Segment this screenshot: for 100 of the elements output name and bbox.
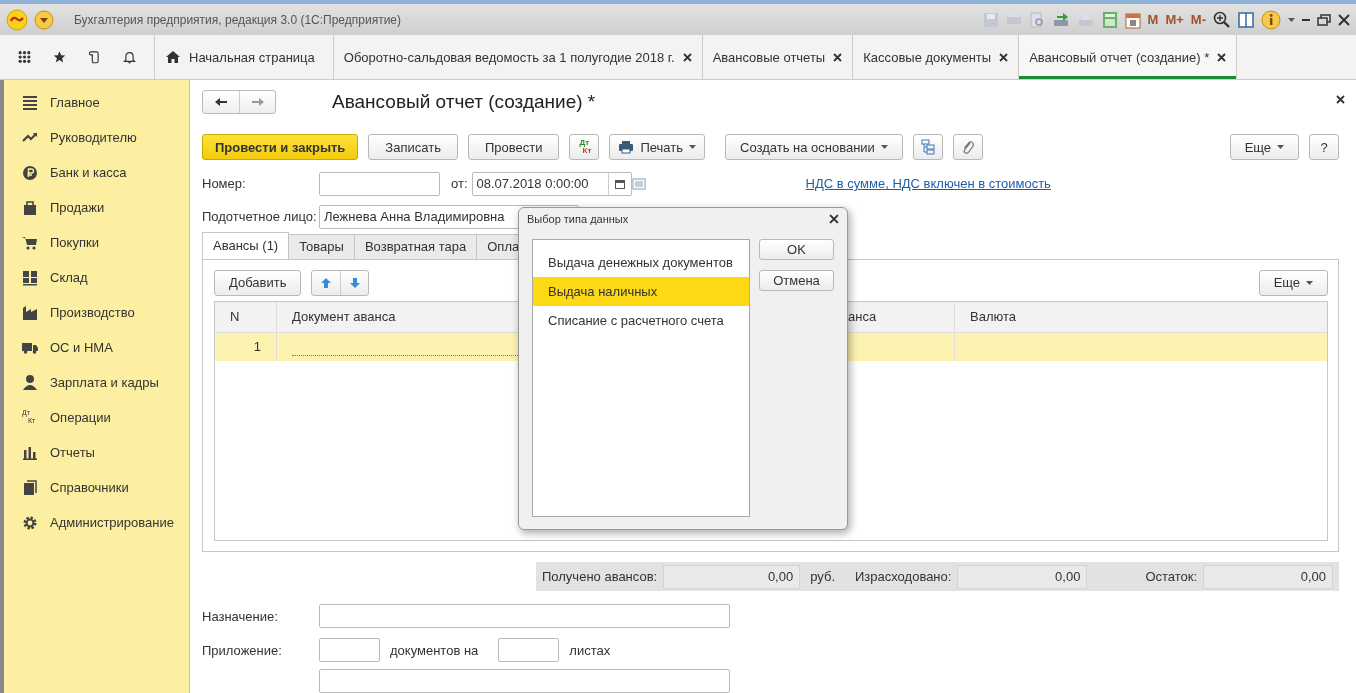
apps-grid-icon xyxy=(18,48,31,66)
export-icon xyxy=(1051,11,1070,28)
more-button[interactable]: Еще xyxy=(1229,134,1300,161)
memory-button[interactable]: M xyxy=(1147,12,1159,27)
sidebar-item[interactable]: Продажи xyxy=(4,190,189,225)
close-icon[interactable] xyxy=(682,52,692,62)
sidebar-item[interactable]: Справочники xyxy=(4,470,189,505)
arrow-right-icon xyxy=(250,97,265,107)
sidebar-item[interactable]: Администрирование xyxy=(4,505,189,540)
total-value: 0,00 xyxy=(957,564,1088,589)
close-icon xyxy=(1338,13,1350,26)
field-label: Подотчетное лицо: xyxy=(202,209,318,225)
arrow-down-icon xyxy=(348,276,361,289)
list-item[interactable]: Списание с расчетного счета xyxy=(533,306,749,335)
open-tab[interactable]: Авансовые отчеты xyxy=(702,35,854,79)
caret-icon xyxy=(689,145,696,150)
field-label: Приложение: xyxy=(202,642,283,658)
sidebar-item[interactable]: Банк и касса xyxy=(4,155,189,190)
structure-button[interactable] xyxy=(912,134,943,161)
list-item[interactable]: Выдача денежных документов xyxy=(533,248,749,277)
close-icon[interactable] xyxy=(829,214,839,224)
caret-icon xyxy=(880,145,888,150)
form-tab[interactable]: Авансы (1) xyxy=(202,231,290,259)
field-label: Назначение: xyxy=(202,608,279,624)
sheets-count-field[interactable] xyxy=(498,638,560,662)
input-field[interactable] xyxy=(319,669,730,693)
list-icon xyxy=(22,93,38,112)
warehouse-icon xyxy=(22,268,38,287)
purpose-field[interactable] xyxy=(319,604,730,628)
list-item[interactable]: Выдача наличных xyxy=(533,277,749,306)
ok-button[interactable]: OK xyxy=(759,239,834,260)
column-header: N xyxy=(215,301,277,332)
sidebar-item[interactable]: ОС и НМА xyxy=(4,330,189,365)
paperclip-icon xyxy=(961,139,974,156)
person-icon xyxy=(22,373,38,392)
printer-icon xyxy=(618,140,635,155)
sidebar-item[interactable]: Склад xyxy=(4,260,189,295)
sidebar-item[interactable]: Покупки xyxy=(4,225,189,260)
shopping-bag-icon xyxy=(22,198,38,217)
caret-icon xyxy=(1288,17,1295,22)
open-tab[interactable]: Оборотно-сальдовая ведомость за 1 полугодие 2018 г. xyxy=(333,35,703,79)
print-button[interactable]: Печать xyxy=(609,134,705,161)
sidebar-item[interactable]: Руководителю xyxy=(4,120,189,155)
sidebar-item[interactable]: Производство xyxy=(4,295,189,330)
create-based-on-button[interactable]: Создать на основании xyxy=(725,134,903,161)
date-field[interactable]: 08.07.2018 0:00:00 xyxy=(471,171,632,196)
field-label: листах xyxy=(569,642,611,658)
post-and-close-button[interactable]: Провести и закрыть xyxy=(202,134,359,161)
more-button[interactable]: Еще xyxy=(1258,269,1329,296)
memory-button[interactable]: M+ xyxy=(1165,12,1184,27)
column-header: Валюта xyxy=(969,308,1017,327)
open-tab[interactable]: Начальная страница xyxy=(155,35,334,79)
home-icon xyxy=(165,50,181,64)
field-label: документов на xyxy=(390,642,479,658)
number-field[interactable] xyxy=(319,171,440,196)
command-button[interactable]: Провести xyxy=(467,134,560,161)
field-label: от: xyxy=(451,176,468,192)
total-value: 0,00 xyxy=(663,564,801,589)
form-tab[interactable]: Товары xyxy=(288,233,355,259)
memory-button[interactable]: M- xyxy=(1190,12,1206,27)
open-tab[interactable]: Авансовый отчет (создание) * xyxy=(1019,35,1238,79)
help-button[interactable]: ? xyxy=(1309,134,1340,161)
comment-icon xyxy=(631,177,646,190)
add-button[interactable]: Добавить xyxy=(214,269,302,296)
logo-icon xyxy=(6,8,28,31)
close-icon[interactable] xyxy=(1336,95,1346,104)
form-tab[interactable]: Возвратная тара xyxy=(353,233,478,259)
field-label: Номер: xyxy=(202,176,247,192)
sidebar-item[interactable]: Зарплата и кадры xyxy=(4,365,189,400)
ruble-coin-icon xyxy=(22,163,38,182)
caret-icon xyxy=(1306,280,1314,285)
calendar-icon xyxy=(1124,10,1141,29)
attach-button[interactable] xyxy=(952,134,983,161)
zoom-icon xyxy=(1213,10,1231,29)
menu-dropdown-icon xyxy=(34,9,54,30)
restore-icon xyxy=(1317,13,1331,26)
close-icon[interactable] xyxy=(1217,52,1227,62)
info-icon xyxy=(1261,9,1281,30)
cancel-button[interactable]: Отмена xyxy=(759,270,834,291)
documents-count-field[interactable] xyxy=(319,638,380,662)
sidebar-item[interactable]: Главное xyxy=(4,85,189,120)
close-icon[interactable] xyxy=(999,52,1009,62)
save-icon xyxy=(982,11,999,28)
debit-credit-button[interactable]: Дт Кт xyxy=(569,134,600,161)
form-title: Авансовый отчет (создание) * xyxy=(332,91,596,113)
total-label: Израсходовано: xyxy=(855,569,952,585)
total-label: Остаток: xyxy=(1145,569,1198,585)
total-label: Получено авансов: xyxy=(542,569,658,585)
preview-icon xyxy=(1028,11,1045,28)
calculator-icon xyxy=(1101,10,1118,29)
sidebar-item[interactable]: Отчеты xyxy=(4,435,189,470)
unit-label: руб. xyxy=(810,569,835,585)
vat-link[interactable]: НДС в сумме, НДС включен в стоимость xyxy=(805,176,1051,192)
command-button[interactable]: Записать xyxy=(368,134,458,161)
minimize-icon xyxy=(1302,18,1310,21)
calendar-icon xyxy=(614,178,625,189)
arrow-up-icon xyxy=(320,276,333,289)
hierarchy-icon xyxy=(920,139,935,156)
close-icon[interactable] xyxy=(833,52,843,62)
documents-icon xyxy=(22,478,38,497)
